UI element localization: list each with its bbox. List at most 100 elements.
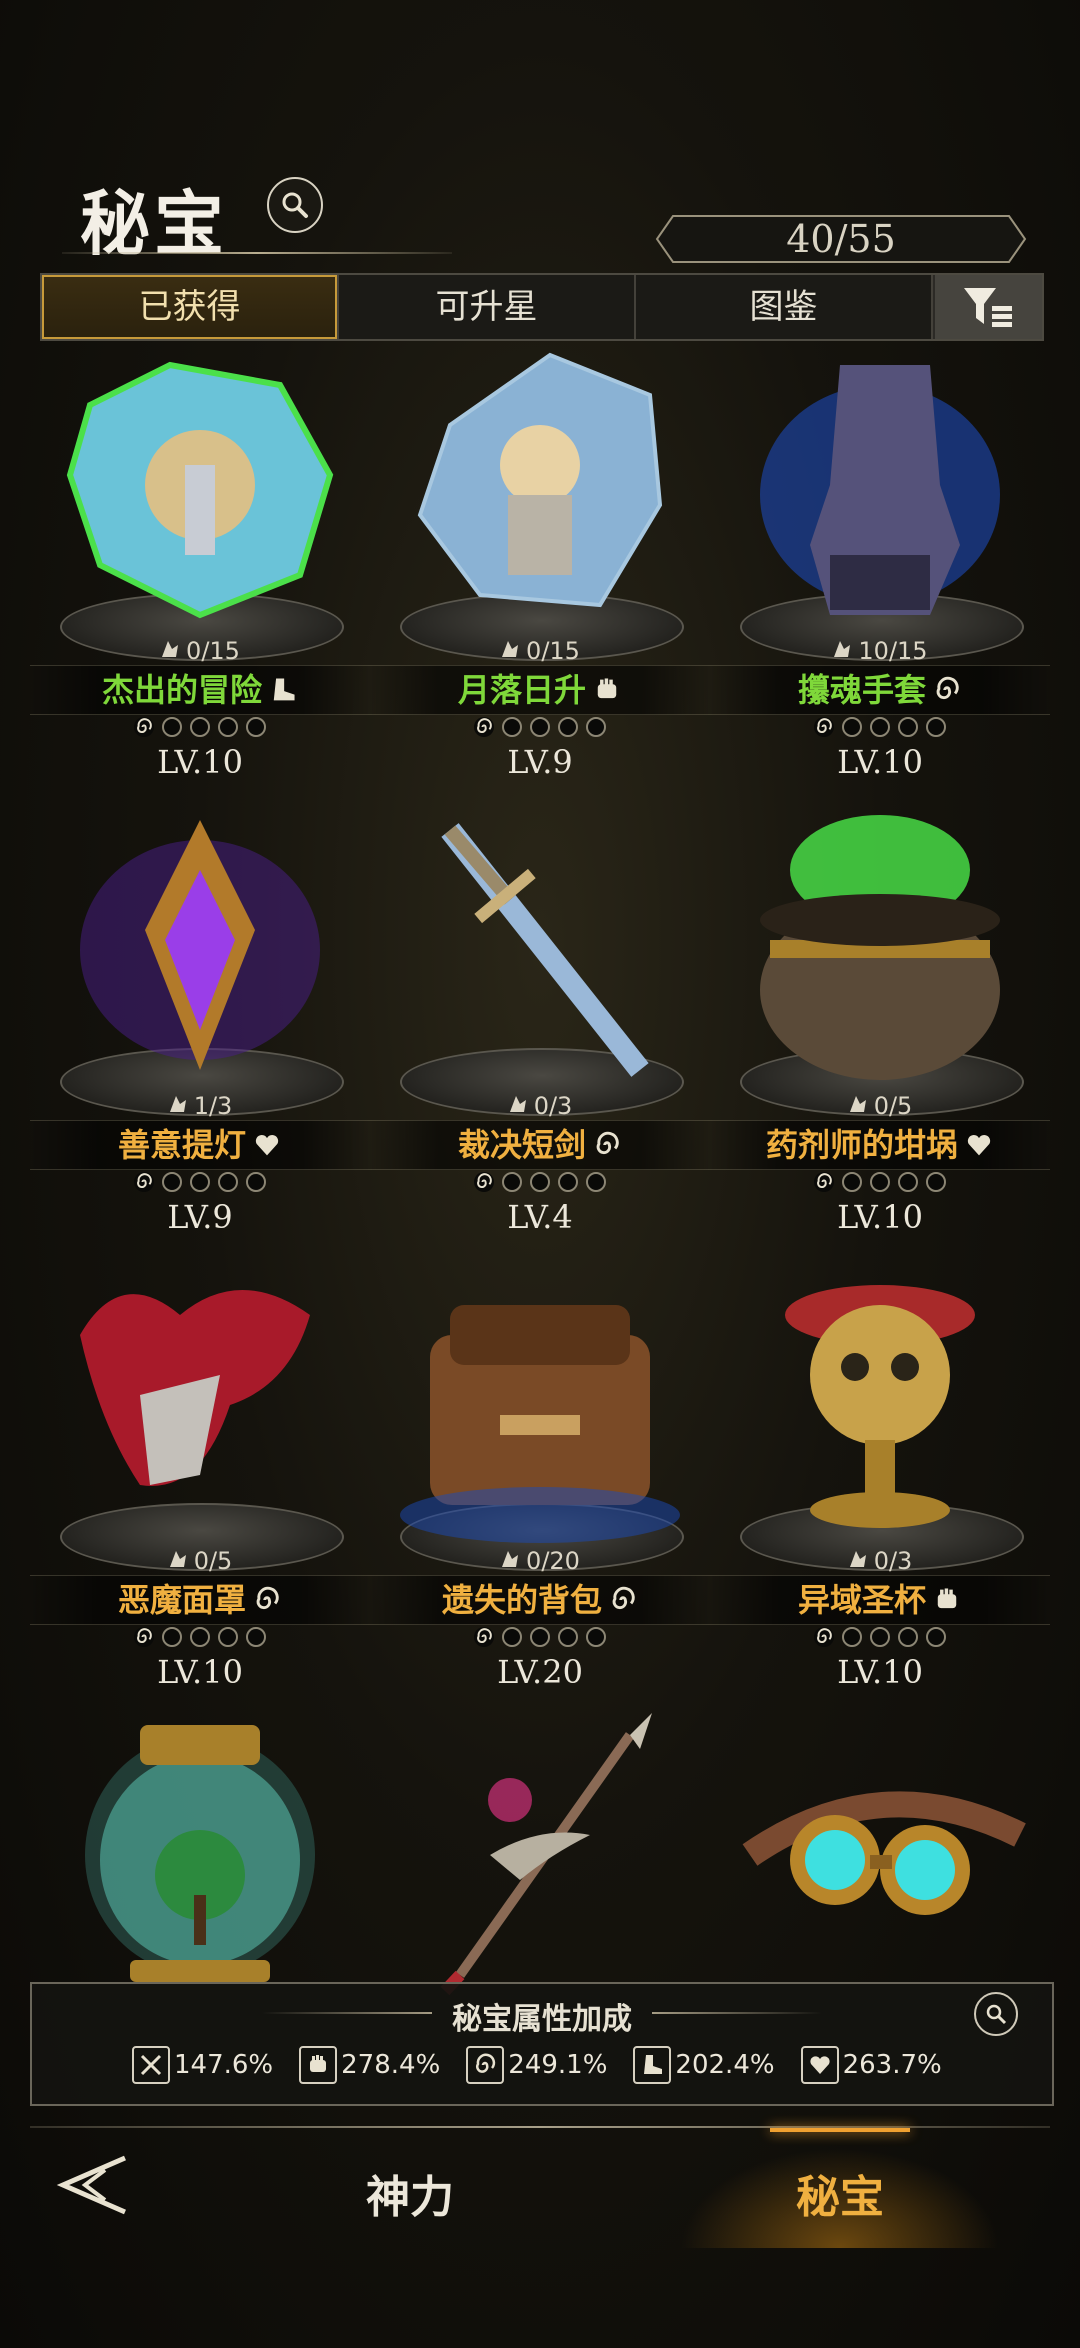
treasure-name: 善意提灯 xyxy=(30,1122,370,1168)
progress-text: 0/15 xyxy=(526,637,580,665)
progress-text: 10/15 xyxy=(858,637,928,665)
filter-button[interactable] xyxy=(933,275,1042,339)
shard-icon xyxy=(834,641,851,657)
star-slot xyxy=(246,717,266,737)
moon-sun-shard-icon xyxy=(417,352,663,608)
star-slot xyxy=(926,1172,946,1192)
boot-icon xyxy=(633,2046,672,2084)
tab-obtained[interactable]: 已获得 xyxy=(42,275,339,339)
star-rating xyxy=(370,717,710,737)
treasure-card[interactable]: 0/3 异域圣杯 LV.10 xyxy=(710,1255,1050,1695)
collection-counter: 40/55 xyxy=(655,214,1027,264)
search-button[interactable] xyxy=(267,177,323,233)
spear-icon xyxy=(440,1713,652,1995)
shard-progress: 0/5 xyxy=(30,1547,370,1575)
stat-attack: 147.6% xyxy=(132,2046,273,2084)
nav-treasure[interactable]: 秘宝 xyxy=(680,2128,1000,2248)
tab-upgradable[interactable]: 可升星 xyxy=(339,275,636,339)
progress-text: 0/5 xyxy=(873,1092,913,1120)
star-slot xyxy=(842,717,862,737)
star-slot xyxy=(558,717,578,737)
treasure-name-text: 月落日升 xyxy=(457,671,586,709)
back-arrow-icon xyxy=(56,2155,126,2215)
star-rating xyxy=(30,717,370,737)
treasure-card[interactable]: 0/20 遗失的背包 LV.20 xyxy=(370,1255,710,1695)
star-slot xyxy=(162,1172,182,1192)
star-slot xyxy=(530,1172,550,1192)
treasure-level: LV.10 xyxy=(837,1653,923,1691)
attribute-bonus-panel: 秘宝属性加成 147.6% 278.4% 249.1% 202.4% 263.7… xyxy=(30,1982,1054,2106)
treasure-name: 杰出的冒险 xyxy=(30,667,370,713)
progress-text: 0/20 xyxy=(526,1547,580,1575)
swirl-icon xyxy=(596,1131,619,1155)
treasure-level: LV.10 xyxy=(837,743,923,781)
tree-jar-icon xyxy=(85,1725,315,1982)
star-slot xyxy=(530,717,550,737)
shard-icon xyxy=(162,641,179,657)
goggles-icon xyxy=(742,1791,1026,1915)
star-slot xyxy=(190,717,210,737)
treasure-name-text: 攥魂手套 xyxy=(797,671,926,709)
treasure-card[interactable]: 0/5 药剂师的坩埚 LV.10 xyxy=(710,800,1050,1240)
treasure-card[interactable]: 0/3 裁决短剑 LV.4 xyxy=(370,800,710,1240)
shard-icon xyxy=(502,1551,519,1567)
star-slot xyxy=(814,1627,834,1647)
star-slot xyxy=(134,1172,154,1192)
search-icon xyxy=(282,192,308,218)
treasure-card[interactable]: 0/5 恶魔面罩 LV.10 xyxy=(30,1255,370,1695)
star-rating xyxy=(370,1172,710,1192)
progress-text: 0/5 xyxy=(193,1547,233,1575)
treasure-card[interactable]: 1/3 善意提灯 LV.9 xyxy=(30,800,370,1240)
treasure-name-text: 杰出的冒险 xyxy=(101,671,262,709)
adventure-shard-icon xyxy=(66,361,334,619)
treasure-name-text: 遗失的背包 xyxy=(441,1581,602,1619)
star-slot xyxy=(898,1627,918,1647)
star-rating xyxy=(710,1172,1050,1192)
treasure-level: LV.10 xyxy=(157,743,243,781)
star-slot xyxy=(190,1172,210,1192)
title-underline xyxy=(62,252,452,254)
star-rating xyxy=(710,717,1050,737)
swirl-icon xyxy=(936,676,959,700)
progress-text: 0/15 xyxy=(186,637,240,665)
star-rating xyxy=(30,1172,370,1192)
shard-icon xyxy=(509,1096,526,1112)
star-rating xyxy=(30,1627,370,1647)
treasure-name: 攥魂手套 xyxy=(710,667,1050,713)
star-slot xyxy=(134,1627,154,1647)
fist-icon xyxy=(597,678,617,699)
shard-progress: 0/3 xyxy=(370,1092,710,1120)
star-slot xyxy=(530,1627,550,1647)
soul-gauntlet-icon xyxy=(760,365,1000,615)
tab-codex[interactable]: 图鉴 xyxy=(636,275,933,339)
fist-icon xyxy=(937,1588,957,1609)
star-slot xyxy=(474,1627,494,1647)
nav-divine-power[interactable]: 神力 xyxy=(250,2148,570,2248)
treasure-card[interactable]: 10/15 攥魂手套 LV.10 xyxy=(710,345,1050,785)
filter-icon xyxy=(963,288,1012,327)
sword-icon xyxy=(132,2046,170,2084)
treasure-name: 异域圣杯 xyxy=(710,1577,1050,1623)
lost-backpack-icon xyxy=(400,1305,680,1543)
star-slot xyxy=(926,717,946,737)
treasure-card[interactable]: 0/15 月落日升 LV.9 xyxy=(370,345,710,785)
star-slot xyxy=(246,1627,266,1647)
shard-progress: 0/15 xyxy=(30,637,370,665)
star-slot xyxy=(218,1172,238,1192)
treasure-name: 药剂师的坩埚 xyxy=(710,1122,1050,1168)
shard-icon xyxy=(169,1096,186,1112)
treasure-level: LV.20 xyxy=(497,1653,583,1691)
kindness-lantern-icon xyxy=(80,820,320,1070)
star-slot xyxy=(870,1172,890,1192)
stat-speed: 202.4% xyxy=(633,2046,775,2084)
star-slot xyxy=(218,717,238,737)
fist-icon xyxy=(299,2046,338,2084)
attribute-detail-button[interactable] xyxy=(974,1992,1018,2036)
attribute-panel-title: 秘宝属性加成 xyxy=(452,2002,632,2037)
shard-icon xyxy=(169,1551,186,1567)
treasure-level: LV.10 xyxy=(157,1653,243,1691)
back-button[interactable] xyxy=(55,2150,135,2220)
shard-icon xyxy=(502,641,519,657)
treasure-card[interactable]: 0/15 杰出的冒险 LV.10 xyxy=(30,345,370,785)
shard-progress: 1/3 xyxy=(30,1092,370,1120)
